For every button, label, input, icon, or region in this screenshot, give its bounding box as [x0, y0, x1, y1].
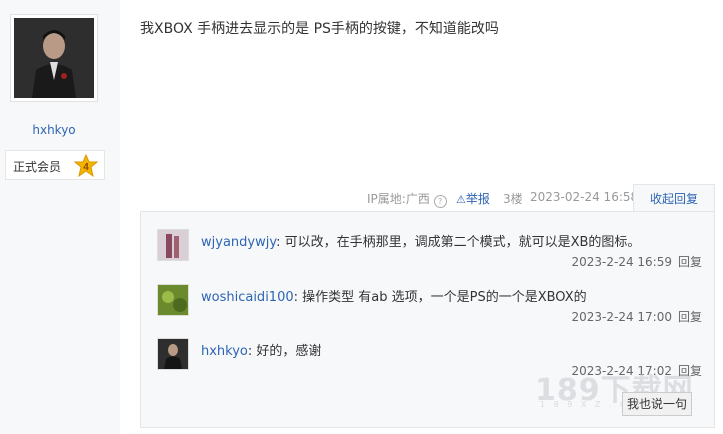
reply-line: hxhkyo: 好的，感谢 — [201, 340, 321, 359]
reply-avatar[interactable] — [157, 338, 189, 370]
member-badge: 正式会员 4 — [5, 150, 105, 180]
reply-text: : 操作类型 有ab 选项，一个是PS的一个是XBOX的 — [293, 290, 587, 305]
post-content: 我XBOX 手柄进去显示的是 PS手柄的按键，不知道能改吗 — [140, 21, 499, 37]
floor-number: 3楼 — [503, 192, 523, 206]
report-link[interactable]: ⚠举报 — [456, 190, 490, 210]
reply-avatar[interactable] — [157, 284, 189, 316]
member-label: 正式会员 — [13, 160, 62, 174]
post-date: 2023-02-24 16:58 — [530, 190, 639, 204]
reply-footer: 2023-2-24 16:59 回复 — [571, 253, 702, 270]
author-avatar[interactable] — [10, 14, 98, 102]
reply-text: : 可以改，在手柄那里，调成第二个模式，就可以是XB的图标。 — [276, 235, 641, 250]
reply-time: 2023-2-24 17:00 — [571, 310, 672, 324]
reply-username[interactable]: hxhkyo — [201, 344, 248, 359]
reply-avatar[interactable] — [157, 229, 189, 261]
reply-username[interactable]: wjyandywjy — [201, 235, 276, 250]
avatar-image — [14, 18, 94, 98]
reply-text: : 好的，感谢 — [247, 344, 322, 359]
ip-label: IP属地:广西 — [367, 192, 430, 206]
reply-button[interactable]: 回复 — [678, 255, 702, 269]
author-sidebar: hxhkyo 正式会员 4 — [0, 0, 120, 434]
reply-line: woshicaidi100: 操作类型 有ab 选项，一个是PS的一个是XBOX… — [201, 286, 587, 305]
reply-footer: 2023-2-24 17:00 回复 — [571, 308, 702, 325]
ip-location: IP属地:广西 ? — [367, 190, 447, 210]
collapse-replies-button[interactable]: 收起回复 — [633, 184, 715, 212]
help-icon[interactable]: ? — [433, 195, 447, 208]
warning-icon: ⚠ — [456, 193, 466, 206]
level-number: 4 — [83, 162, 89, 173]
author-username[interactable]: hxhkyo — [0, 123, 108, 137]
reply-button[interactable]: 回复 — [678, 310, 702, 324]
say-something-button[interactable]: 我也说一句 — [622, 392, 692, 416]
reply-line: wjyandywjy: 可以改，在手柄那里，调成第二个模式，就可以是XB的图标。 — [201, 231, 640, 250]
level-star-icon: 4 — [73, 153, 99, 181]
reply-username[interactable]: woshicaidi100 — [201, 290, 294, 305]
reply-time: 2023-2-24 16:59 — [571, 255, 672, 269]
report-label: 举报 — [465, 192, 490, 206]
